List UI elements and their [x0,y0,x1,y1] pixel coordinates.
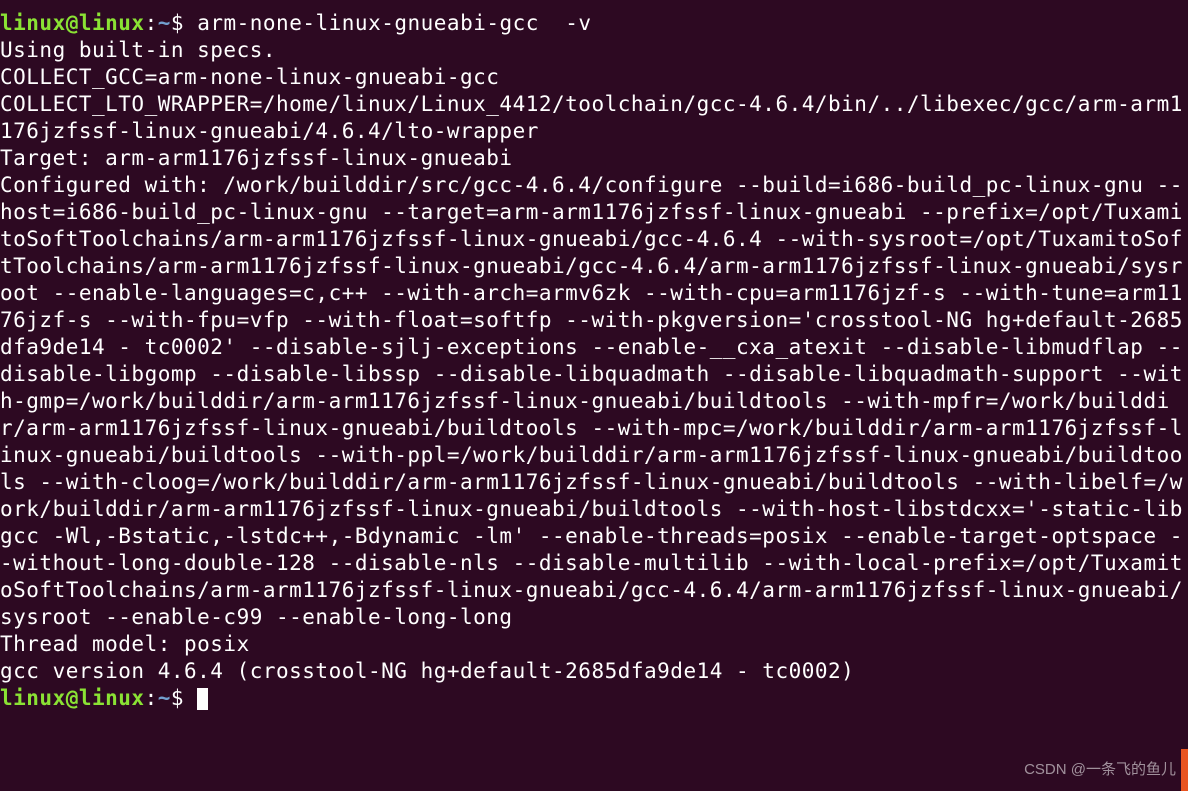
prompt-colon: : [145,11,158,35]
prompt-user-host: linux@linux [0,686,145,710]
prompt-path: ~ [158,11,171,35]
output-line: Using built-in specs. [0,38,276,62]
terminal-output[interactable]: linux@linux:~$ arm-none-linux-gnueabi-gc… [0,0,1188,712]
output-line: Thread model: posix [0,632,250,656]
watermark-text: CSDN @一条飞的鱼儿 [1024,756,1176,783]
prompt-user-host: linux@linux [0,11,145,35]
prompt-dollar: $ [171,11,184,35]
cursor[interactable] [197,688,208,710]
output-line: COLLECT_GCC=arm-none-linux-gnueabi-gcc [0,65,499,89]
prompt-colon: : [145,686,158,710]
prompt-path: ~ [158,686,171,710]
output-line: Target: arm-arm1176jzfssf-linux-gnueabi [0,146,513,170]
prompt-dollar: $ [171,686,184,710]
output-line: COLLECT_LTO_WRAPPER=/home/linux/Linux_44… [0,92,1183,143]
output-line: gcc version 4.6.4 (crosstool-NG hg+defau… [0,659,854,683]
output-line: Configured with: /work/builddir/src/gcc-… [0,173,1183,629]
command-text: arm-none-linux-gnueabi-gcc -v [197,11,591,35]
sidebar-fragment [1181,749,1188,791]
